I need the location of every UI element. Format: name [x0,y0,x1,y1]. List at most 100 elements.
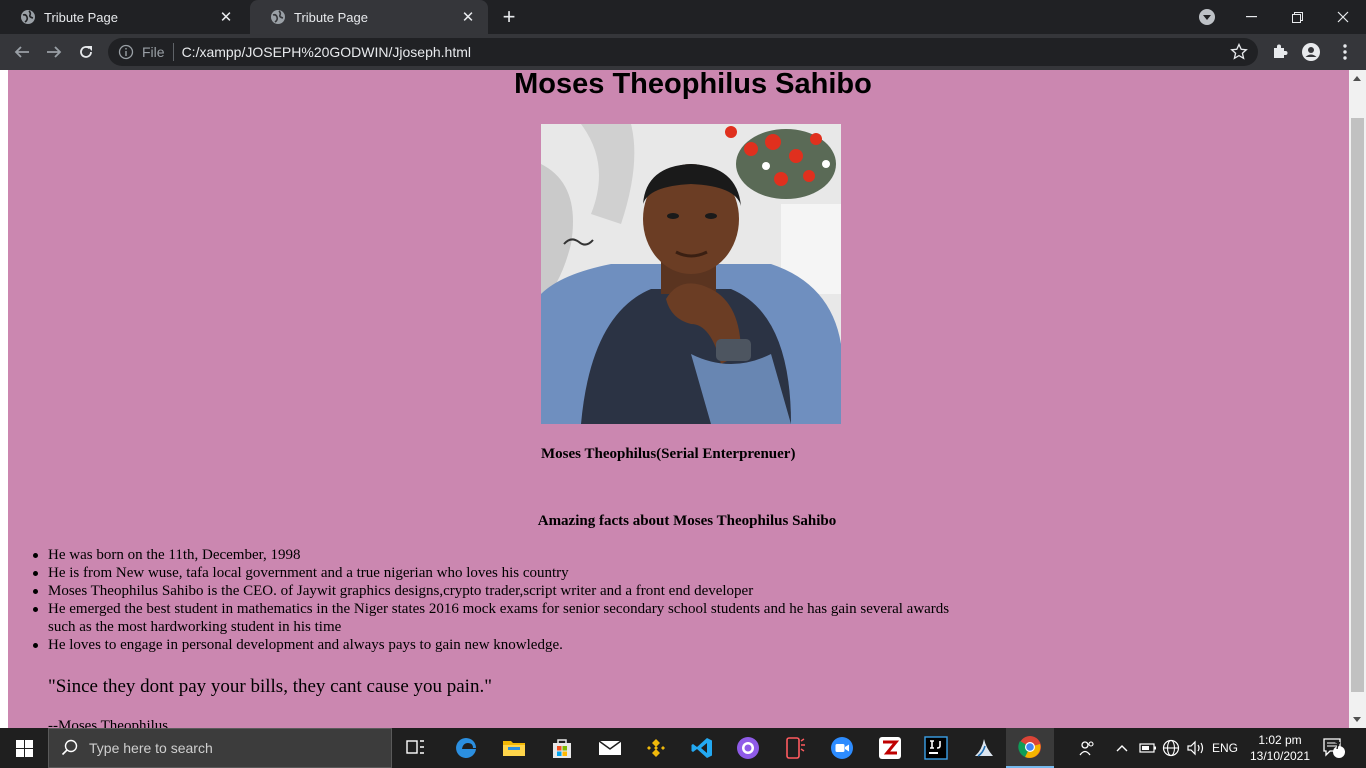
arrow-left-icon [14,46,29,58]
image-caption: Moses Theophilus(Serial Enterprenuer) [541,446,796,462]
mail-envelope-icon [598,740,622,755]
folder-icon [503,741,525,756]
battery-icon [1139,743,1156,753]
notification-count-badge: 7 [1335,741,1341,752]
tab-tribute-page-1[interactable]: Tribute Page ✕ [0,0,246,34]
github-icon [737,737,759,759]
vscode-taskbar-app[interactable] [678,728,726,768]
network-button[interactable] [1162,728,1180,768]
minimize-button[interactable] [1228,0,1274,34]
scroll-up-arrow-icon[interactable] [1353,76,1361,81]
close-icon [1337,11,1349,23]
star-icon[interactable] [1230,43,1248,61]
clock-time: 1:02 pm [1258,733,1302,747]
tab-close-icon[interactable]: ✕ [460,9,476,26]
tab-search-icon[interactable] [1199,9,1215,25]
phone-link-icon [786,737,805,759]
filezilla-pro-taskbar-app[interactable] [866,728,914,768]
quote: "Since they dont pay your bills, they ca… [48,676,492,697]
divider [172,43,174,61]
restore-icon [1291,11,1303,23]
back-button[interactable] [10,40,34,64]
people-button[interactable] [1078,728,1096,768]
intellij-icon [924,736,948,760]
taskbar-search-input[interactable]: Type here to search [48,728,392,768]
file-explorer-taskbar-app[interactable] [490,728,538,768]
list-item: Moses Theophilus Sahibo is the CEO. of J… [33,582,968,600]
new-tab-button[interactable]: + [498,6,520,28]
scrollbar-thumb[interactable] [1351,118,1364,692]
tribute-page: Moses Theophilus Sahibo Moses Theophilus… [8,70,1349,728]
list-item: He emerged the best student in mathemati… [33,600,968,636]
wireshark-taskbar-app[interactable] [960,728,1008,768]
url-text[interactable]: C:/xampp/JOSEPH%20GODWIN/Jjoseph.html [182,44,471,60]
profile-avatar-icon[interactable] [1301,42,1321,62]
arrow-right-icon [47,46,62,58]
tab-strip: Tribute Page ✕ Tribute Page ✕ + [0,0,1366,34]
info-icon[interactable] [118,44,134,60]
globe-icon [271,10,285,24]
close-window-button[interactable] [1320,0,1366,34]
system-clock[interactable]: 1:02 pm 13/10/2021 [1240,732,1320,764]
forward-button[interactable] [42,40,66,64]
portrait-photo [541,124,841,424]
file-scheme-label: File [142,44,165,60]
tab-title: Tribute Page [44,9,118,25]
phone-app-taskbar-app[interactable] [770,728,818,768]
edge-taskbar-app[interactable] [442,728,490,768]
minimize-icon [1245,16,1257,18]
zoom-camera-icon [831,737,853,759]
address-bar[interactable]: File C:/xampp/JOSEPH%20GODWIN/Jjoseph.ht… [108,38,1258,66]
quote-attribution: --Moses Theophilus [48,718,169,728]
github-desktop-taskbar-app[interactable] [724,728,772,768]
intellij-taskbar-app[interactable] [912,728,960,768]
battery-button[interactable] [1139,728,1157,768]
search-icon [61,739,78,756]
windows-logo-icon [15,739,33,757]
browser-toolbar: File C:/xampp/JOSEPH%20GODWIN/Jjoseph.ht… [0,34,1366,70]
store-bag-icon [553,739,571,758]
task-view-button[interactable] [392,728,440,768]
facts-list: He was born on the 11th, December, 1998 … [33,546,968,654]
tab-close-icon[interactable]: ✕ [218,9,234,26]
reload-icon [80,46,92,58]
facts-heading: Amazing facts about Moses Theophilus Sah… [537,513,837,529]
vertical-scrollbar[interactable] [1349,70,1366,728]
edge-icon [456,738,476,758]
tab-tribute-page-2[interactable]: Tribute Page ✕ [250,0,488,34]
list-item: He was born on the 11th, December, 1998 [33,546,968,564]
windows-taskbar: Type here to search ENG 1:02 pm 13/10/20… [0,728,1366,768]
mail-taskbar-app[interactable] [586,728,634,768]
language-indicator[interactable]: ENG [1212,728,1238,768]
notification-icon [1323,738,1345,758]
chevron-up-icon [1116,745,1128,752]
shark-fin-icon [975,739,993,757]
binance-logo-icon [647,739,665,757]
reload-button[interactable] [74,40,98,64]
vscode-icon [691,738,712,758]
restore-button[interactable] [1274,0,1320,34]
clock-date: 13/10/2021 [1249,749,1311,763]
chrome-taskbar-app[interactable] [1006,728,1054,768]
menu-kebab-icon[interactable] [1335,42,1355,62]
binance-taskbar-app[interactable] [632,728,680,768]
chrome-icon [1018,736,1041,758]
list-item: He is from New wuse, tafa local governme… [33,564,968,582]
volume-button[interactable] [1186,728,1206,768]
page-title: Moses Theophilus Sahibo [514,70,872,100]
microsoft-store-taskbar-app[interactable] [538,728,586,768]
list-item: He loves to engage in personal developme… [33,636,968,654]
people-icon [1079,741,1094,756]
task-view-icon [406,740,424,754]
filezilla-icon [879,737,901,759]
scroll-down-arrow-icon[interactable] [1353,717,1361,722]
zoom-taskbar-app[interactable] [818,728,866,768]
extensions-puzzle-icon[interactable] [1270,42,1290,62]
tab-title: Tribute Page [294,9,368,25]
globe-icon [21,10,35,24]
speaker-icon [1187,740,1204,756]
action-center-button[interactable]: 7 [1322,728,1346,768]
show-hidden-icons-button[interactable] [1116,728,1128,768]
start-button[interactable] [0,728,48,768]
globe-network-icon [1162,739,1180,757]
